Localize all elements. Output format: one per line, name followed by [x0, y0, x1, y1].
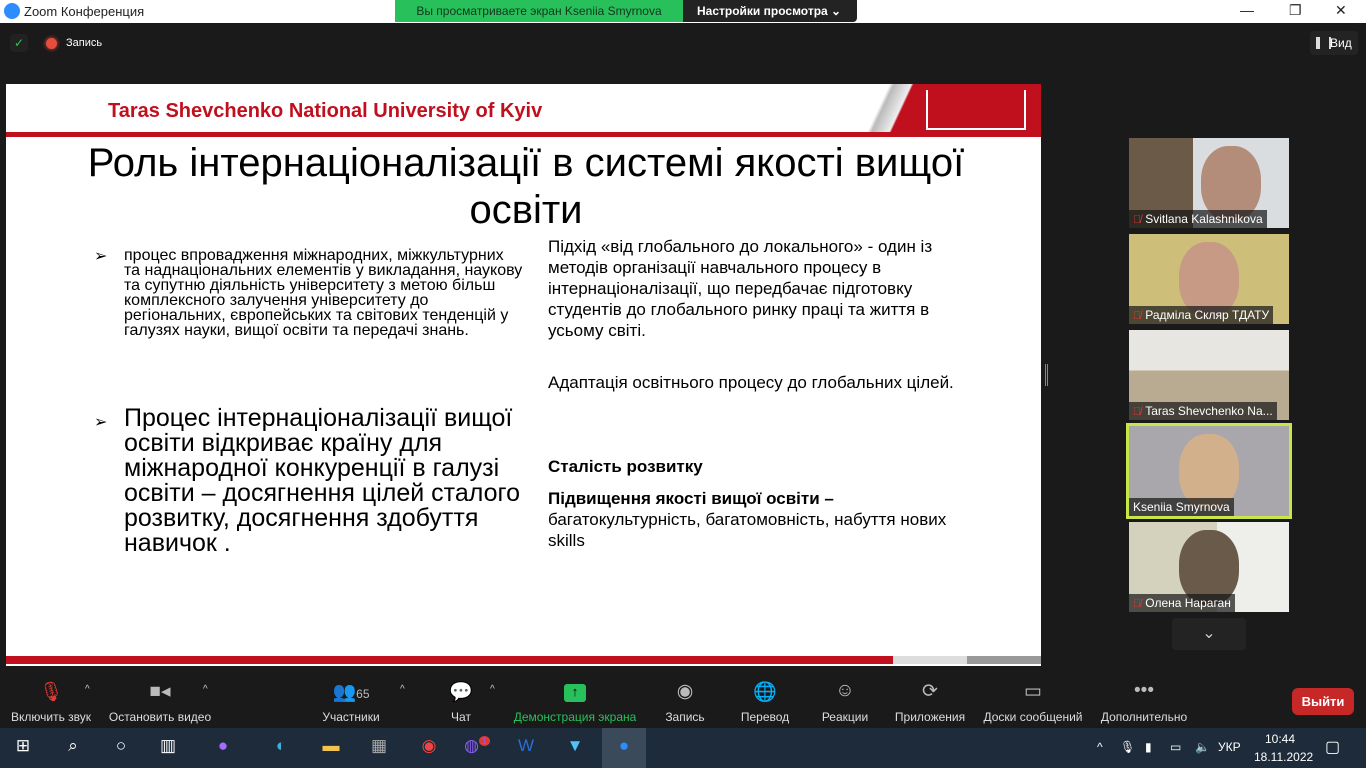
- network-icon[interactable]: ▭: [1170, 740, 1181, 754]
- mic-muted-icon: 🎙̸: [1133, 406, 1142, 418]
- meeting-topbar: ✓ Запись Вид: [0, 23, 1366, 63]
- edge-icon[interactable]: ◐: [268, 736, 294, 760]
- view-options-button[interactable]: Настройки просмотра ⌄: [683, 0, 857, 22]
- bullet-1: процес впровадження міжнародних, міжкуль…: [124, 247, 523, 339]
- header-divider: [6, 132, 1041, 137]
- chat-icon: 💬: [449, 682, 473, 703]
- microphone-icon[interactable]: 🎙: [1120, 740, 1135, 754]
- right-heading-1: Сталість розвитку: [548, 457, 703, 476]
- panel-resize-handle[interactable]: [1045, 364, 1048, 386]
- globe-icon: 🌐: [753, 682, 777, 703]
- calculator-icon[interactable]: ▦: [366, 736, 392, 760]
- chrome-icon[interactable]: ◉: [416, 736, 442, 760]
- restore-button[interactable]: ❐: [1289, 2, 1302, 19]
- notification-badge: 1: [478, 736, 490, 747]
- whiteboards-button[interactable]: ▭ Доски сообщений: [980, 680, 1086, 724]
- right-heading-2: Підвищення якості вищої освіти –: [548, 489, 834, 508]
- zoom-taskbar-icon[interactable]: ●: [602, 728, 646, 768]
- whiteboard-icon: ▭: [1024, 681, 1042, 702]
- windows-start-icon[interactable]: ⊞: [10, 736, 36, 760]
- slide-header: Taras Shevchenko National University of …: [108, 100, 543, 122]
- video-tile[interactable]: 🎙̸ Svitlana Kalashnikova: [1129, 138, 1289, 228]
- word-icon[interactable]: W: [513, 736, 539, 760]
- participant-name: Kseniia Smyrnova: [1133, 500, 1230, 514]
- record-button[interactable]: ◉ Запись: [662, 680, 708, 724]
- leave-button[interactable]: Выйти: [1292, 688, 1354, 715]
- more-dots-icon: •••: [1134, 680, 1154, 701]
- volume-icon[interactable]: 🔈: [1195, 740, 1210, 754]
- bullet-arrow-icon: ➢: [94, 414, 108, 431]
- file-explorer-icon[interactable]: ▬: [318, 736, 344, 760]
- task-view-icon[interactable]: ▥: [155, 736, 181, 760]
- video-tile-active-speaker[interactable]: Kseniia Smyrnova: [1126, 423, 1292, 519]
- battery-icon[interactable]: ▮: [1145, 740, 1152, 754]
- clock-date[interactable]: 18.11.2022: [1254, 750, 1313, 764]
- meeting-toolbar: 🎙 Включить звук ^ ■◂ Остановить видео ^ 👥6…: [0, 670, 1366, 728]
- participants-icon: 👥65: [332, 682, 370, 703]
- unmute-button[interactable]: 🎙 Включить звук: [8, 680, 94, 724]
- right-paragraph-3: багатокультурність, багатомовність, набу…: [548, 510, 947, 550]
- right-paragraph-2: Адаптація освітнього процесу до глобальн…: [548, 373, 954, 392]
- view-button[interactable]: Вид: [1310, 31, 1358, 55]
- share-banner: Вы просматриваете экран Kseniia Smyrnova…: [395, 0, 857, 22]
- bullet-2: Процес інтернаціоналізації вищої освіти …: [124, 404, 520, 557]
- video-options-caret[interactable]: ^: [203, 684, 208, 695]
- video-tile[interactable]: 🎙̸ Олена Нараган: [1129, 522, 1289, 612]
- record-icon: ◉: [676, 681, 694, 702]
- participant-name: Олена Нараган: [1145, 596, 1231, 610]
- slide-title: Роль інтернаціоналізації в системі якост…: [87, 141, 965, 232]
- participants-button[interactable]: 👥65 Участники: [318, 680, 384, 724]
- share-screen-icon: ↑: [512, 680, 638, 704]
- participant-name: Svitlana Kalashnikova: [1145, 212, 1263, 226]
- right-paragraph-1: Підхід «від глобального до локального» -…: [548, 237, 933, 340]
- mic-muted-icon: 🎙: [38, 682, 64, 703]
- mic-muted-icon: 🎙̸: [1133, 310, 1142, 322]
- language-indicator[interactable]: УКР: [1218, 740, 1241, 754]
- slide-footer-bar: [6, 656, 1041, 664]
- more-button[interactable]: ••• Дополнительно: [1098, 680, 1190, 724]
- video-camera-icon: ■◂: [149, 681, 171, 702]
- recording-icon: [46, 38, 57, 49]
- chat-button[interactable]: 💬 Чат: [445, 680, 477, 724]
- search-icon[interactable]: ⌕: [60, 736, 86, 760]
- stop-video-button[interactable]: ■◂ Остановить видео: [108, 680, 212, 724]
- participants-options-caret[interactable]: ^: [400, 684, 405, 695]
- shared-slide: Taras Shevchenko National University of …: [6, 84, 1041, 666]
- minimize-button[interactable]: —: [1240, 2, 1254, 18]
- reaction-emoji-icon: ☺: [835, 680, 855, 701]
- notifications-icon[interactable]: ▢: [1325, 737, 1340, 757]
- window-title: Zoom Конференция: [24, 4, 145, 19]
- university-building-logo: [926, 90, 1026, 130]
- participant-name: Taras Shevchenko Na...: [1145, 404, 1273, 418]
- app-icon[interactable]: ▼: [562, 736, 588, 760]
- video-tile[interactable]: 🎙̸ Радміла Скляр ТДАТУ: [1129, 234, 1289, 324]
- tray-overflow-icon[interactable]: ^: [1097, 740, 1103, 754]
- clock-time[interactable]: 10:44: [1265, 732, 1295, 746]
- chevron-down-icon[interactable]: ⌄: [1172, 618, 1246, 650]
- mic-muted-icon: 🎙̸: [1133, 214, 1142, 226]
- apps-icon: ⟳: [922, 681, 938, 702]
- share-screen-button[interactable]: ↑ Демонстрация экрана: [512, 680, 638, 724]
- mic-muted-icon: 🎙̸: [1133, 598, 1142, 610]
- windows-taskbar: ⊞ ⌕ ○ ▥ ● ◐ ▬ ▦ ◉ ◍ 1 W ▼ ● ^ 🎙 ▮ ▭ 🔈 УКР…: [0, 728, 1366, 768]
- participants-count: 65: [356, 687, 370, 701]
- alice-icon[interactable]: ●: [210, 736, 236, 760]
- viewing-screen-label: Вы просматриваете экран Kseniia Smyrnova: [395, 0, 683, 22]
- cortana-icon[interactable]: ○: [108, 736, 134, 760]
- apps-button[interactable]: ⟳ Приложения: [892, 680, 968, 724]
- zoom-logo-icon: [4, 3, 20, 19]
- close-button[interactable]: ✕: [1335, 2, 1347, 19]
- viber-icon[interactable]: ◍ 1: [464, 736, 490, 760]
- recording-label[interactable]: Запись: [66, 37, 102, 49]
- reactions-button[interactable]: ☺ Реакции: [820, 680, 870, 724]
- video-tile[interactable]: 🎙̸ Taras Shevchenko Na...: [1129, 330, 1289, 420]
- chat-options-caret[interactable]: ^: [490, 684, 495, 695]
- translate-button[interactable]: 🌐 Перевод: [738, 680, 792, 724]
- participant-name: Радміла Скляр ТДАТУ: [1145, 308, 1270, 322]
- security-shield-icon[interactable]: ✓: [10, 34, 28, 52]
- audio-options-caret[interactable]: ^: [85, 684, 90, 695]
- bullet-arrow-icon: ➢: [94, 248, 108, 265]
